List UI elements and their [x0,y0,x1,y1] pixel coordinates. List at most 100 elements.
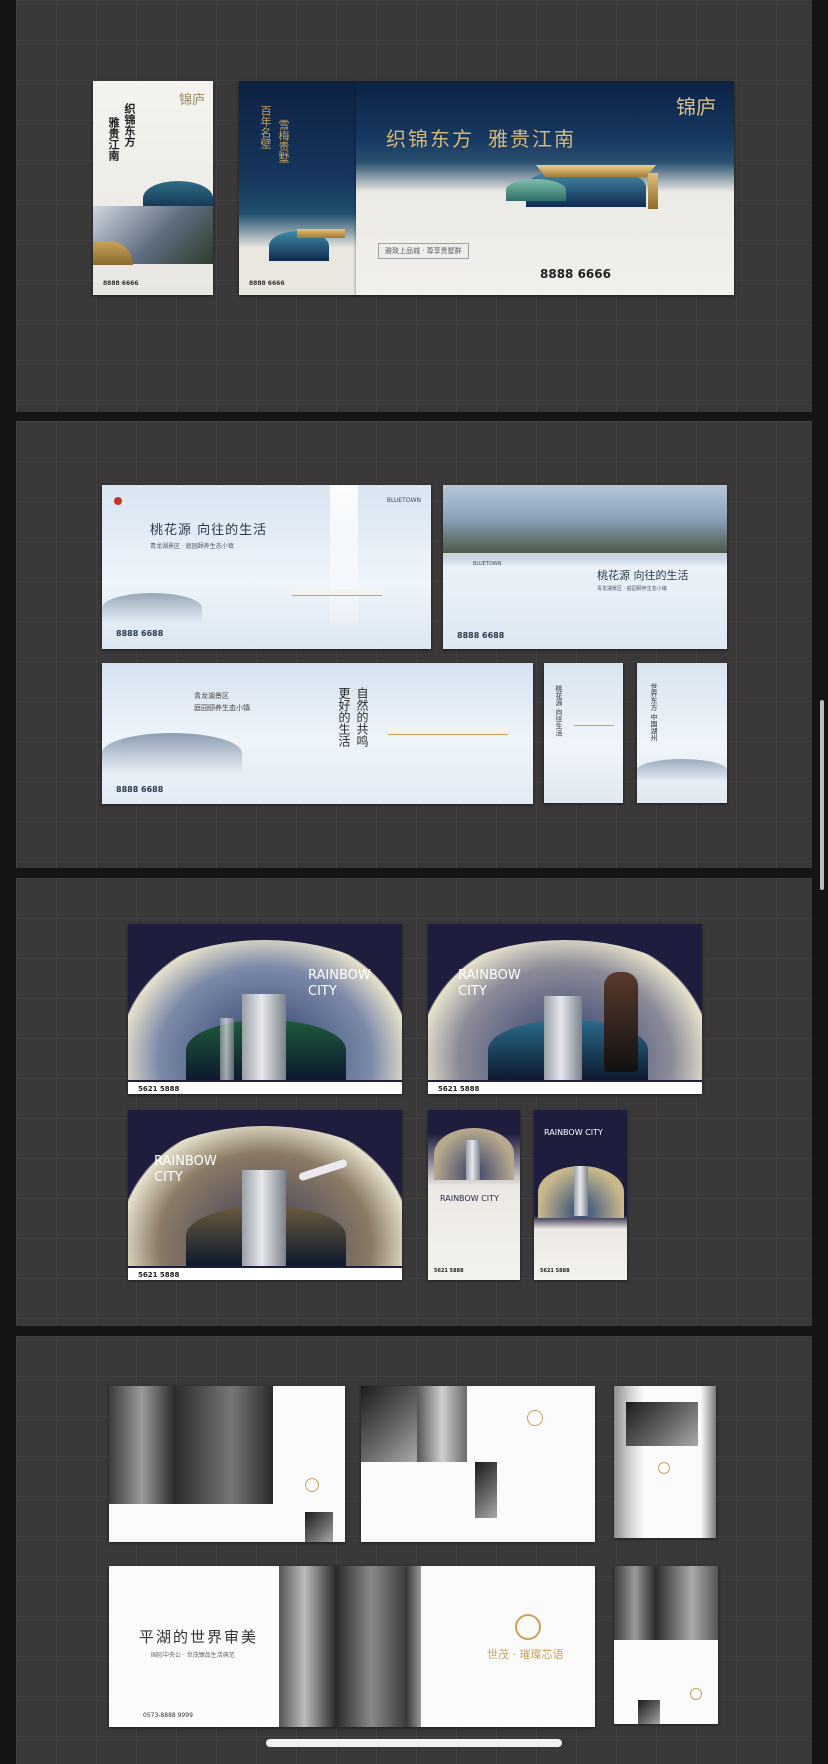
modern-pavilion [388,727,508,734]
vertical-slogan: 世界东方 中国湖州 [650,683,658,742]
modern-pavilion [292,589,382,595]
building-photo [417,1386,467,1462]
gold-logo [515,1614,541,1640]
headline: 桃花源 向往的生活 [597,569,689,582]
woman-hat-photo [279,1566,421,1727]
headline: 桃花源 向往的生活 [150,523,268,538]
home-indicator[interactable] [266,1739,562,1747]
rainbow-title-1: RAINBOW [458,968,521,983]
sub-line-1: 青龙湖景区 [194,692,229,700]
brand-label: BLUETOWN [473,561,502,567]
vertical-scrollbar[interactable] [820,700,824,890]
light-beam [330,485,358,625]
facade-photo [475,1462,497,1518]
ink-mountain-green [506,179,566,201]
tagline-box: 雅致上品城 · 尊享贵墅群 [378,243,469,259]
vertical-slogan-1: 百年名壁 [259,105,272,149]
main-tower [242,1170,286,1266]
phone-number: 8888 6688 [457,631,505,640]
woman-figure [604,972,638,1072]
mist-mountain [102,593,202,623]
poster-card-shimao-3[interactable] [614,1386,716,1538]
poster-card-jinlu-landscape[interactable]: 锦庐 织锦东方 雅贵江南 雅致上品城 · 尊享贵墅群 8888 6666 [356,81,734,295]
poster-card-shimao-4[interactable] [614,1566,718,1724]
vertical-slogan-2: 雪梅贵墅 [277,119,290,163]
gold-logo [658,1462,670,1474]
poster-card-rainbow-city-3[interactable]: RAINBOW CITY 5621 5888 [128,1110,402,1280]
gold-logo [305,1478,319,1492]
rainbow-title-1: RAINBOW [308,968,371,983]
gold-roof [297,229,345,238]
vertical-slogan: 桃花源 向往生活 [555,685,563,737]
phone-number: 8888 6666 [103,280,139,287]
phone-number: 0573-8888 9999 [143,1712,193,1719]
man-photo [614,1566,718,1640]
thumbnail-photo [638,1700,660,1724]
poster-card-taohuayuan-landscape-2[interactable]: BLUETOWN 桃花源 向往的生活 青龙湖景区 · 庭园颐养生态小镇 8888… [443,485,727,649]
artboard-panel-3: RAINBOW CITY 5621 5888 RAINBOW CITY 5621… [16,878,812,1326]
phone-number: 8888 6666 [540,267,611,281]
phone-number: 5621 5888 [438,1085,480,1093]
main-tower [466,1140,480,1180]
poster-card-jinlu-portrait-2[interactable]: 百年名壁 雪梅贵墅 8888 6666 [239,81,359,295]
city-tower [220,1018,234,1080]
rainbow-title-2: CITY [458,984,487,999]
rainbow-title-2: CITY [308,984,337,999]
red-seal-logo [114,497,122,505]
gold-logo [690,1688,702,1700]
main-tower [574,1166,588,1216]
villa-rows-photo [443,485,727,553]
mist-mountain [102,733,242,773]
brand-logo: 锦庐 [676,95,716,119]
gold-logo [527,1410,543,1426]
mist-mountain [637,759,727,781]
poster-card-taohuayuan-landscape-1[interactable]: BLUETOWN 桃花源 向往的生活 青龙湖景区 · 庭园颐养生态小镇 8888… [102,485,431,649]
sub-headline: 青龙湖景区 · 庭园颐养生态小镇 [597,586,667,592]
rainbow-title-2: CITY [154,1170,183,1185]
artboard-panel-4: 平湖的世界审美 国际中央公 · 世茂臻品生活典范 世茂 · 璀璨芯语 0573-… [16,1336,812,1764]
main-tower [544,996,582,1080]
headline: 平湖的世界审美 [139,1628,259,1646]
sub-headline: 国际中央公 · 世茂臻品生活典范 [151,1652,235,1659]
poster-card-taohuayuan-portrait-1[interactable]: 桃花源 向往生活 [544,663,623,803]
artboard-panel-1: 锦庐 织锦东方 雅贵江南 8888 6666 百年名壁 雪梅贵墅 8888 66… [16,0,812,412]
rainbow-title-1: RAINBOW [154,1154,217,1169]
poster-card-rainbow-city-portrait-1[interactable]: RAINBOW CITY 5621 5888 [428,1110,520,1280]
phone-number: 5621 5888 [138,1085,180,1093]
brand-name: 世茂 · 璀璨芯语 [487,1648,564,1661]
poster-card-rainbow-city-2[interactable]: RAINBOW CITY 5621 5888 [428,924,702,1094]
sub-line-2: 庭园颐养生态小镇 [194,704,250,712]
gold-pillar [648,173,658,209]
phone-number: 5621 5888 [434,1268,464,1274]
headline-1: 织锦东方 [386,127,474,151]
gold-roof [536,165,656,177]
vertical-slogan-1: 织锦东方 [123,103,136,147]
poster-card-shimao-wide[interactable]: 平湖的世界审美 国际中央公 · 世茂臻品生活典范 世茂 · 璀璨芯语 0573-… [109,1566,595,1727]
poster-card-taohuayuan-portrait-2[interactable]: 世界东方 中国湖州 [637,663,727,803]
poster-card-rainbow-city-portrait-2[interactable]: RAINBOW CITY 5621 5888 [534,1110,627,1280]
poster-card-shimao-2[interactable] [361,1386,595,1542]
poster-card-shimao-1[interactable] [109,1386,345,1542]
collage-photo [626,1402,698,1446]
brand-label: BLUETOWN [386,497,421,504]
sub-headline: 青龙湖景区 · 庭园颐养生态小镇 [150,543,234,550]
phone-number: 8888 6688 [116,785,164,794]
woman-hat-photo [361,1386,417,1462]
phone-number: 5621 5888 [540,1268,570,1274]
phone-number: 8888 6688 [116,629,164,638]
poster-card-taohuayuan-wide[interactable]: 青龙湖景区 庭园颐养生态小镇 更好的生活 自然的共鸣 8888 6688 [102,663,533,804]
vertical-slogan-2: 雅贵江南 [107,117,120,161]
thumbnail-photo [305,1512,333,1542]
rainbow-title: RAINBOW CITY [544,1128,603,1137]
man-photo [109,1386,273,1504]
vertical-slogan-2: 自然的共鸣 [355,687,369,747]
poster-card-rainbow-city-1[interactable]: RAINBOW CITY 5621 5888 [128,924,402,1094]
phone-number: 5621 5888 [138,1271,180,1279]
vertical-slogan-1: 更好的生活 [337,687,351,747]
artboard-panel-2: BLUETOWN 桃花源 向往的生活 青龙湖景区 · 庭园颐养生态小镇 8888… [16,421,812,868]
poster-card-jinlu-portrait-1[interactable]: 锦庐 织锦东方 雅贵江南 8888 6666 [93,81,213,295]
main-tower [242,994,286,1080]
brand-logo: 锦庐 [178,93,205,108]
modern-pavilion [574,721,614,725]
phone-number: 8888 6666 [249,280,285,287]
